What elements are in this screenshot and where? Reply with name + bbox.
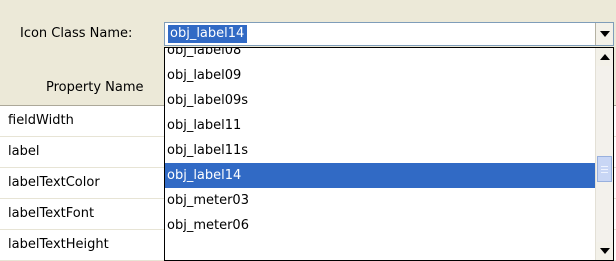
dropdown-option-selected[interactable]: obj_label14: [165, 163, 595, 188]
icon-class-dropdown-list[interactable]: obj_label08 obj_label09 obj_label09s obj…: [164, 47, 614, 261]
scrollbar-thumb[interactable]: [597, 156, 612, 182]
icon-class-dialog: Icon Class Name: obj_label14 Property Na…: [0, 0, 616, 261]
scroll-down-button[interactable]: [596, 242, 613, 260]
dropdown-items: obj_label08 obj_label09 obj_label09s obj…: [165, 48, 595, 238]
combobox-selected-value[interactable]: obj_label14: [168, 25, 248, 43]
grip-line: [601, 172, 608, 173]
scroll-up-button[interactable]: [596, 48, 613, 66]
dropdown-option[interactable]: obj_label09: [165, 63, 595, 88]
dropdown-option[interactable]: obj_label08: [165, 48, 595, 63]
property-name: labelTextFont: [8, 206, 95, 221]
dropdown-option[interactable]: obj_label09s: [165, 88, 595, 113]
arrow-down-icon: [600, 248, 610, 254]
property-name: labelTextHeight: [8, 237, 109, 252]
dropdown-option[interactable]: obj_label11s: [165, 138, 595, 163]
dropdown-option[interactable]: obj_meter03: [165, 188, 595, 213]
combobox-dropdown-button[interactable]: [595, 23, 613, 45]
dropdown-option[interactable]: obj_label11: [165, 113, 595, 138]
dropdown-option[interactable]: obj_meter06: [165, 213, 595, 238]
chevron-down-icon: [600, 31, 610, 37]
property-name: labelTextColor: [8, 175, 100, 190]
icon-class-name-combobox[interactable]: obj_label14: [164, 22, 614, 46]
icon-class-name-label: Icon Class Name:: [20, 26, 133, 41]
property-name-column-header[interactable]: Property Name: [46, 80, 144, 95]
grip-line: [601, 166, 608, 167]
property-name: fieldWidth: [8, 113, 74, 128]
grip-line: [601, 169, 608, 170]
arrow-up-icon: [600, 54, 610, 60]
property-name: label: [8, 144, 40, 159]
dropdown-scrollbar[interactable]: [595, 48, 613, 260]
